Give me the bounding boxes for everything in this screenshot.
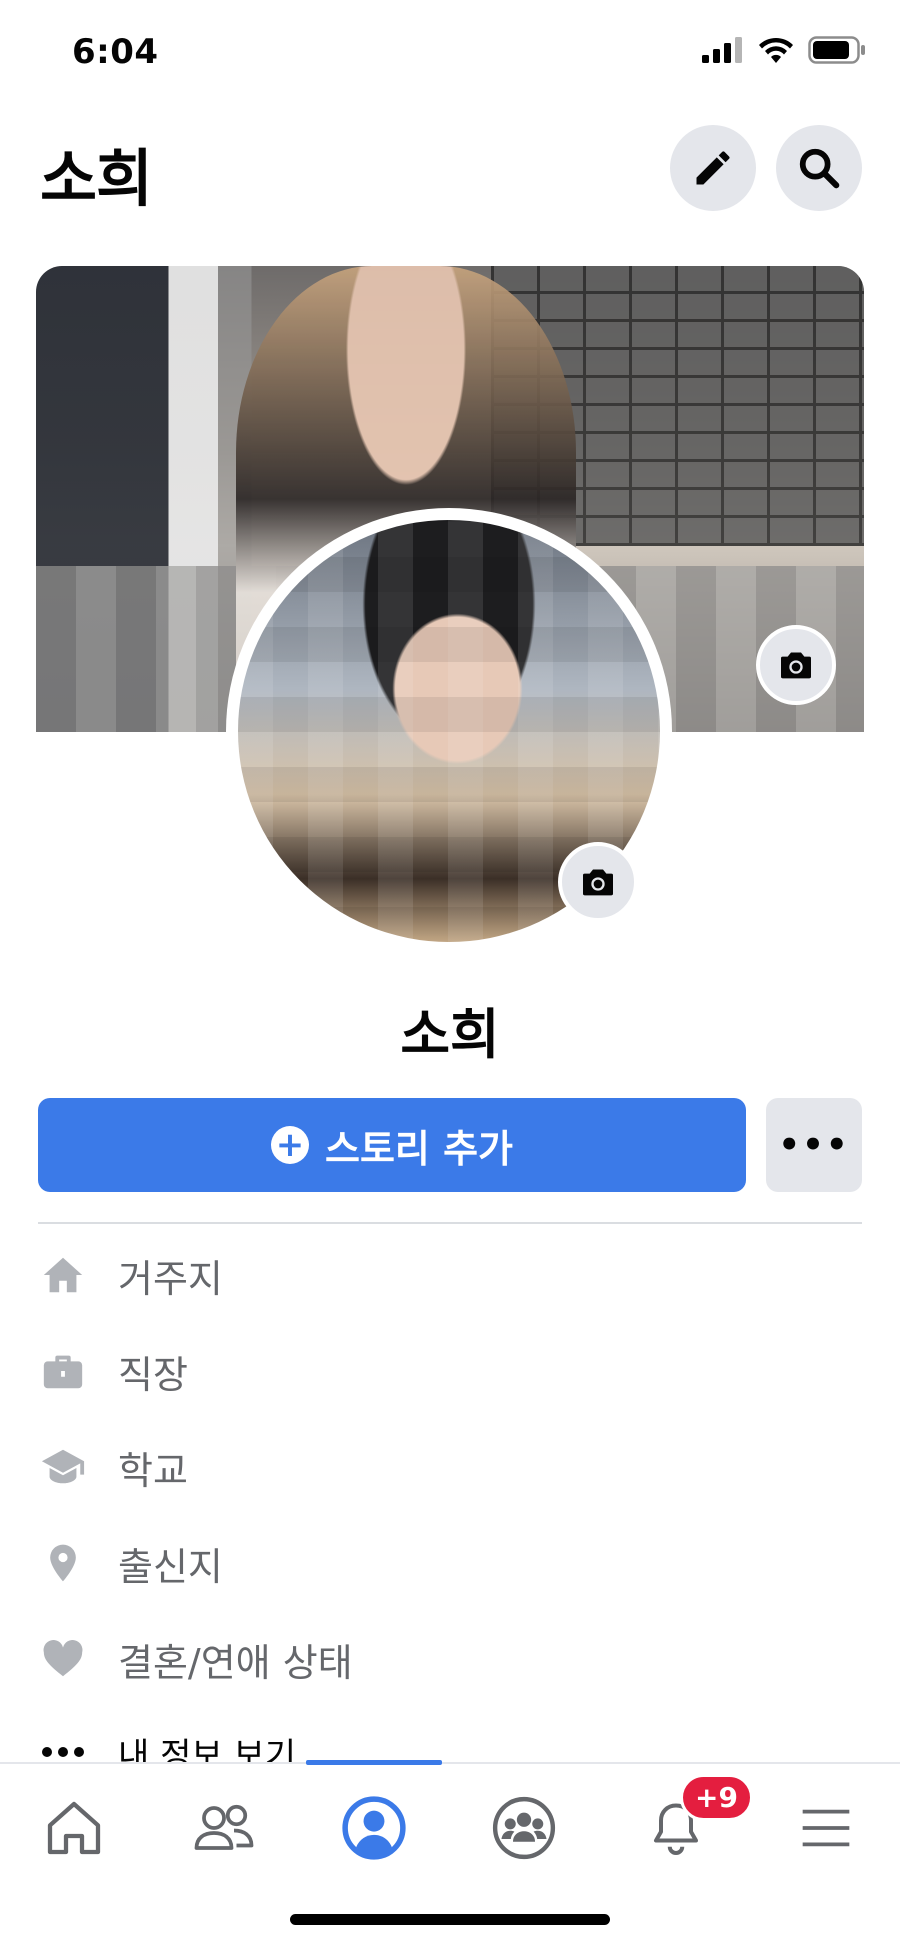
see-about-info-link[interactable]: 내 정보 보기 [38,1706,862,1762]
location-pin-icon [38,1538,88,1588]
briefcase-icon [38,1346,88,1396]
plus-icon: + [270,1126,309,1164]
status-icons [702,36,866,64]
active-tab-indicator [306,1760,442,1765]
info-label: 거주지 [118,1256,223,1301]
edit-cover-photo-button[interactable] [756,625,836,705]
add-story-label: 스토리 추가 [324,1126,514,1171]
page-title: 소희 [40,142,153,215]
info-label: 학교 [118,1448,188,1493]
wifi-icon [759,37,793,63]
divider [38,1222,862,1224]
more-options-button[interactable]: ••• [766,1098,862,1192]
info-item-school[interactable]: 학교 [38,1427,862,1507]
profile-icon [342,1796,406,1860]
heart-icon [38,1634,88,1684]
nav-home[interactable] [24,1788,124,1868]
house-icon [38,1250,88,1300]
battery-icon [808,36,865,64]
search-button[interactable] [776,125,862,211]
info-item-hometown[interactable]: 출신지 [38,1523,862,1603]
camera-icon [583,869,613,896]
more-dots-icon [38,1706,88,1762]
edit-profile-button[interactable] [670,125,756,211]
info-label: 결혼/연애 상태 [118,1640,353,1685]
add-story-button[interactable]: + 스토리 추가 [38,1098,746,1192]
pencil-icon [696,151,730,185]
nav-profile[interactable] [324,1788,424,1868]
camera-icon [781,652,811,679]
menu-icon [802,1809,850,1847]
profile-name: 소희 [400,1003,500,1066]
edit-profile-picture-button[interactable] [558,842,638,922]
info-item-residence[interactable]: 거주지 [38,1235,862,1315]
info-label: 직장 [118,1352,188,1397]
home-indicator [290,1914,610,1925]
friends-icon [194,1804,254,1850]
notification-badge: +9 [680,1774,753,1821]
graduation-cap-icon [38,1442,88,1492]
nav-friends[interactable] [174,1788,274,1868]
info-label: 출신지 [118,1544,223,1589]
nav-groups[interactable] [474,1788,574,1868]
see-about-label: 내 정보 보기 [118,1736,297,1762]
info-item-work[interactable]: 직장 [38,1331,862,1411]
nav-menu[interactable] [776,1788,876,1868]
status-time: 6:04 [72,32,159,72]
search-icon [799,148,840,189]
info-item-relationship[interactable]: 결혼/연애 상태 [38,1619,862,1699]
home-icon [47,1801,101,1855]
signal-icon [702,37,742,63]
groups-icon [492,1796,556,1860]
